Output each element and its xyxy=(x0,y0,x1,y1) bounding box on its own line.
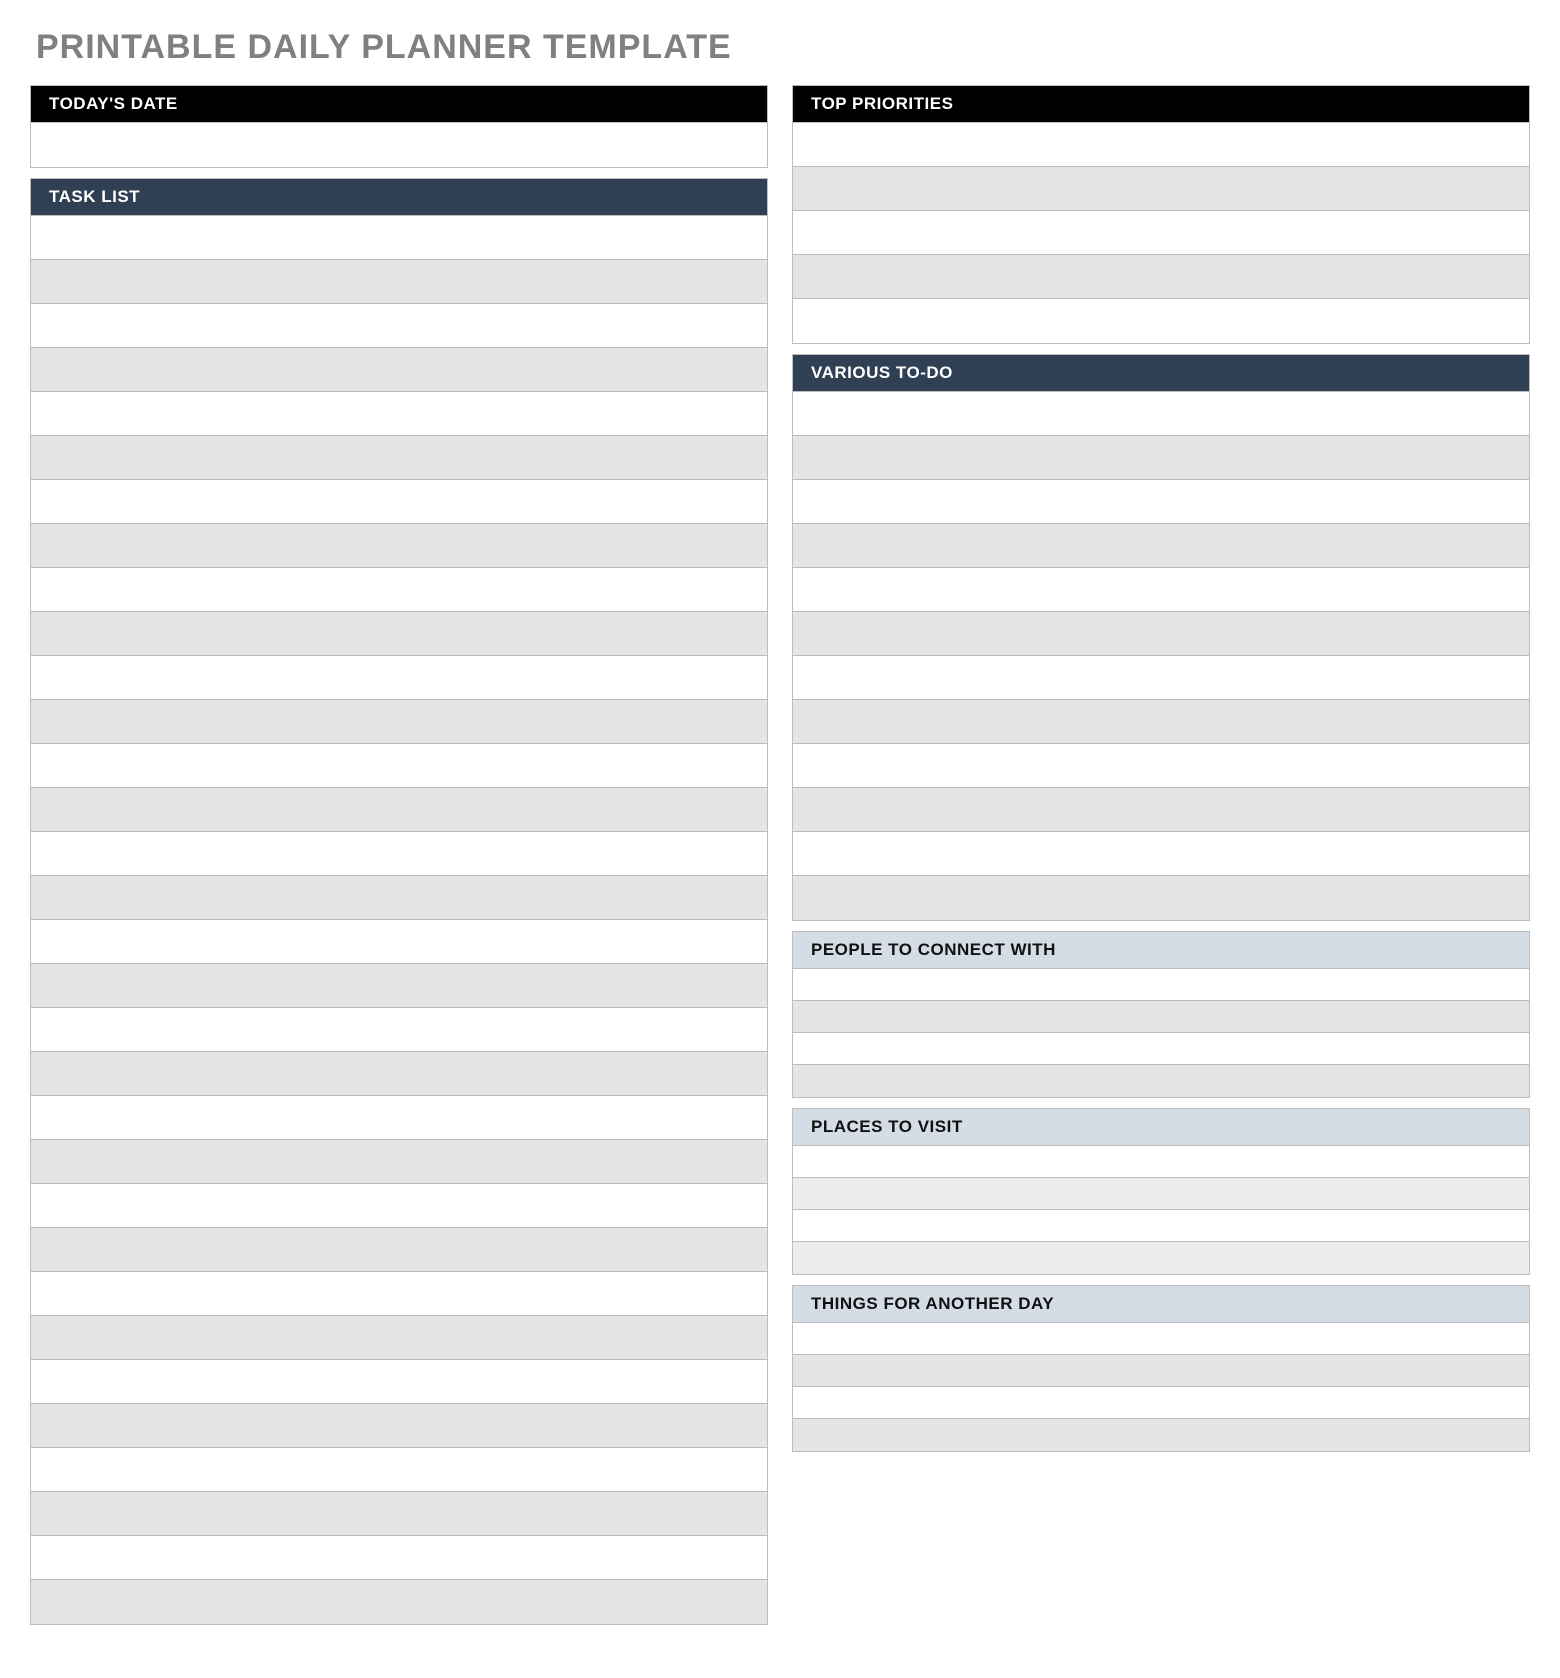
right-column: TOP PRIORITIES VARIOUS TO-DO PEOPLE TO C… xyxy=(792,85,1530,1625)
task-row[interactable] xyxy=(31,304,767,348)
task-row[interactable] xyxy=(31,700,767,744)
todays-date-section: TODAY'S DATE xyxy=(30,85,768,168)
todo-row[interactable] xyxy=(793,612,1529,656)
todo-row[interactable] xyxy=(793,788,1529,832)
task-row[interactable] xyxy=(31,1008,767,1052)
task-row[interactable] xyxy=(31,1052,767,1096)
priority-row[interactable] xyxy=(793,299,1529,343)
task-row[interactable] xyxy=(31,1448,767,1492)
todo-row[interactable] xyxy=(793,524,1529,568)
page-title: PRINTABLE DAILY PLANNER TEMPLATE xyxy=(36,28,1530,67)
todo-row[interactable] xyxy=(793,876,1529,920)
places-row[interactable] xyxy=(793,1210,1529,1242)
todo-row[interactable] xyxy=(793,436,1529,480)
todo-row[interactable] xyxy=(793,832,1529,876)
todo-row[interactable] xyxy=(793,656,1529,700)
people-row[interactable] xyxy=(793,969,1529,1001)
task-row[interactable] xyxy=(31,436,767,480)
task-row[interactable] xyxy=(31,524,767,568)
task-row[interactable] xyxy=(31,788,767,832)
task-row[interactable] xyxy=(31,920,767,964)
task-list-header: TASK LIST xyxy=(31,179,767,216)
people-row[interactable] xyxy=(793,1001,1529,1033)
priority-row[interactable] xyxy=(793,167,1529,211)
task-row[interactable] xyxy=(31,612,767,656)
task-row[interactable] xyxy=(31,656,767,700)
left-column: TODAY'S DATE TASK LIST xyxy=(30,85,768,1625)
another-day-row[interactable] xyxy=(793,1387,1529,1419)
task-row[interactable] xyxy=(31,392,767,436)
task-row[interactable] xyxy=(31,1492,767,1536)
top-priorities-section: TOP PRIORITIES xyxy=(792,85,1530,344)
task-row[interactable] xyxy=(31,1536,767,1580)
task-row[interactable] xyxy=(31,1184,767,1228)
task-row[interactable] xyxy=(31,260,767,304)
places-row[interactable] xyxy=(793,1178,1529,1210)
another-day-row[interactable] xyxy=(793,1323,1529,1355)
task-row[interactable] xyxy=(31,1272,767,1316)
task-row[interactable] xyxy=(31,964,767,1008)
places-row[interactable] xyxy=(793,1242,1529,1274)
people-row[interactable] xyxy=(793,1033,1529,1065)
task-row[interactable] xyxy=(31,744,767,788)
task-row[interactable] xyxy=(31,1360,767,1404)
priority-row[interactable] xyxy=(793,255,1529,299)
todo-row[interactable] xyxy=(793,568,1529,612)
task-row[interactable] xyxy=(31,568,767,612)
places-visit-section: PLACES TO VISIT xyxy=(792,1108,1530,1275)
task-list-section: TASK LIST xyxy=(30,178,768,1625)
task-row[interactable] xyxy=(31,832,767,876)
various-todo-header: VARIOUS TO-DO xyxy=(793,355,1529,392)
todays-date-field[interactable] xyxy=(31,123,767,167)
task-row[interactable] xyxy=(31,216,767,260)
people-row[interactable] xyxy=(793,1065,1529,1097)
another-day-row[interactable] xyxy=(793,1355,1529,1387)
planner-columns: TODAY'S DATE TASK LIST xyxy=(30,85,1530,1625)
todo-row[interactable] xyxy=(793,744,1529,788)
task-row[interactable] xyxy=(31,1140,767,1184)
task-row[interactable] xyxy=(31,1096,767,1140)
priority-row[interactable] xyxy=(793,211,1529,255)
task-row[interactable] xyxy=(31,1404,767,1448)
top-priorities-header: TOP PRIORITIES xyxy=(793,86,1529,123)
priority-row[interactable] xyxy=(793,123,1529,167)
people-connect-section: PEOPLE TO CONNECT WITH xyxy=(792,931,1530,1098)
todays-date-header: TODAY'S DATE xyxy=(31,86,767,123)
todo-row[interactable] xyxy=(793,700,1529,744)
todo-row[interactable] xyxy=(793,392,1529,436)
task-row[interactable] xyxy=(31,1316,767,1360)
places-row[interactable] xyxy=(793,1146,1529,1178)
various-todo-section: VARIOUS TO-DO xyxy=(792,354,1530,921)
task-row[interactable] xyxy=(31,480,767,524)
another-day-section: THINGS FOR ANOTHER DAY xyxy=(792,1285,1530,1452)
another-day-row[interactable] xyxy=(793,1419,1529,1451)
task-row[interactable] xyxy=(31,876,767,920)
task-row[interactable] xyxy=(31,1228,767,1272)
people-connect-header: PEOPLE TO CONNECT WITH xyxy=(793,932,1529,969)
todo-row[interactable] xyxy=(793,480,1529,524)
another-day-header: THINGS FOR ANOTHER DAY xyxy=(793,1286,1529,1323)
places-visit-header: PLACES TO VISIT xyxy=(793,1109,1529,1146)
task-row[interactable] xyxy=(31,1580,767,1624)
task-row[interactable] xyxy=(31,348,767,392)
